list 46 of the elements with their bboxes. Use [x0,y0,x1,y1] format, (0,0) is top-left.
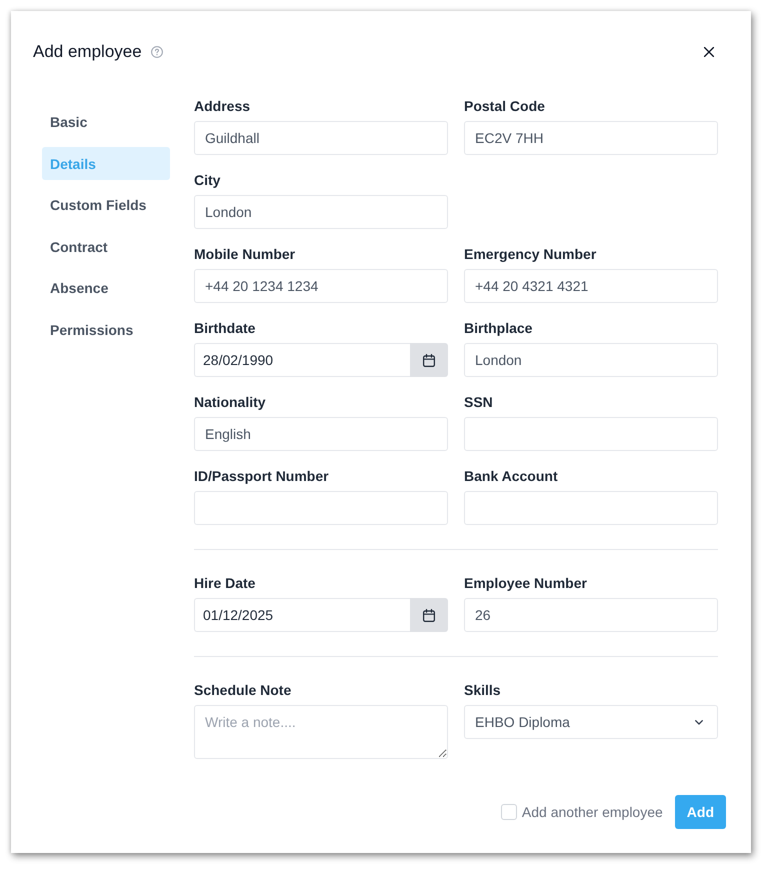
help-icon [150,46,163,58]
calendar-button[interactable] [410,598,448,632]
field-label: Emergency Number [464,245,596,264]
sidebar-item[interactable]: Contract [42,230,170,263]
close-button[interactable] [704,47,714,57]
text-field[interactable] [194,491,448,525]
sidebar-item[interactable]: Custom Fields [42,188,170,222]
field-label: Hire Date [194,574,256,593]
text-field[interactable] [464,417,718,451]
sidebar-item[interactable]: Basic [42,106,170,138]
field-label: SSN [464,393,493,412]
field-label: Bank Account [464,467,558,486]
text-field[interactable]: +44 20 1234 1234 [194,269,448,303]
field-label: Employee Number [464,574,587,593]
text-field[interactable]: London [194,195,448,229]
checkbox-label[interactable]: Add another employee [522,804,663,820]
field-label: Postal Code [464,97,545,116]
sidebar-item[interactable]: Permissions [42,313,170,346]
field-label: Address [194,97,250,116]
calendar-icon [423,354,435,366]
field-label: Birthplace [464,319,532,338]
field-label: Skills [464,681,501,700]
text-field[interactable]: EC2V 7HH [464,121,718,155]
text-field[interactable]: Guildhall [194,121,448,155]
field-label: Schedule Note [194,681,292,700]
calendar-button[interactable] [410,343,448,377]
text-field[interactable]: +44 20 4321 4321 [464,269,718,303]
dialog-title: Add employee [33,41,142,63]
close-icon [704,47,714,57]
calendar-icon [423,608,435,622]
sidebar-item[interactable]: Absence [42,272,170,304]
checkbox[interactable] [500,804,517,820]
field-label: Mobile Number [194,245,296,264]
dropdown-field[interactable]: EHBO Diploma [464,705,718,739]
note-field[interactable]: Write a note.... [194,705,448,759]
text-field[interactable] [464,491,718,525]
text-field[interactable]: English [194,417,448,451]
text-field[interactable]: London [464,343,718,377]
chevron-down-icon [695,720,703,724]
text-field[interactable]: 26 [464,598,718,632]
field-label: ID/Passport Number [194,467,329,486]
date-field[interactable]: 28/02/1990 [194,343,410,377]
field-label: City [194,171,220,190]
date-field[interactable]: 01/12/2025 [194,598,410,632]
field-label: Nationality [194,393,266,412]
field-label: Birthdate [194,319,256,338]
